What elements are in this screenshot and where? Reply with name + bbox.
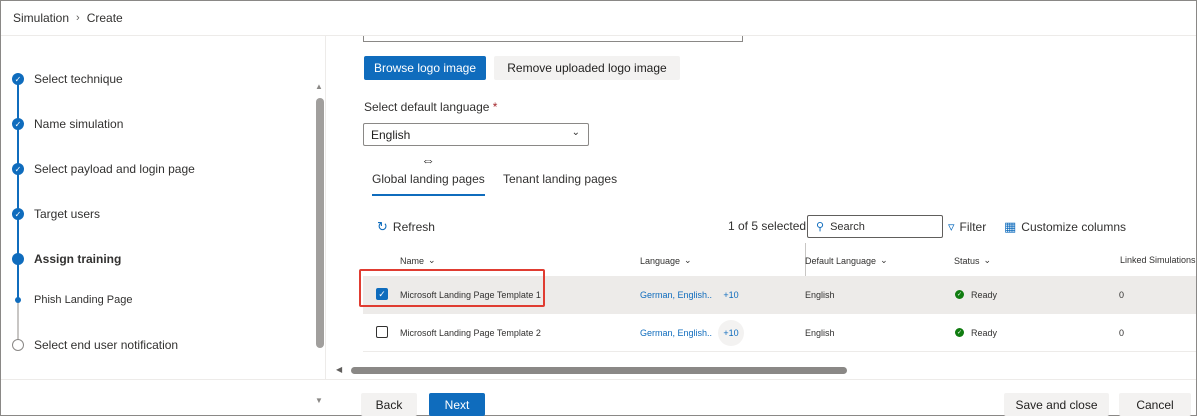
step-label: Target users bbox=[34, 207, 101, 221]
checkmark-icon: ✓ bbox=[12, 118, 24, 130]
row-linked: 0 bbox=[1119, 327, 1125, 338]
filter-button[interactable]: ▿ Filter bbox=[948, 219, 986, 235]
search-input[interactable]: ⚲ Search bbox=[807, 215, 943, 238]
row-status: ✓ Ready bbox=[955, 314, 997, 351]
wizard-steps-panel: ✓ Select technique ✓ Name simulation ✓ S… bbox=[1, 36, 326, 405]
search-placeholder: Search bbox=[830, 220, 865, 233]
customize-columns-button[interactable]: ▦ Customize columns bbox=[1004, 219, 1126, 235]
substep-dot-icon bbox=[15, 297, 21, 303]
breadcrumb: Simulation › Create bbox=[1, 1, 1196, 36]
chevron-down-icon: ⌄ bbox=[880, 255, 888, 265]
column-linked-label: Linked Simulations bbox=[1120, 255, 1196, 265]
breadcrumb-root[interactable]: Simulation bbox=[13, 11, 69, 25]
chevron-down-icon: ⌄ bbox=[571, 127, 580, 138]
refresh-label: Refresh bbox=[392, 220, 435, 234]
column-default-language-label: Default Language bbox=[805, 255, 877, 266]
scroll-left-icon[interactable]: ◀ bbox=[336, 365, 342, 374]
highlight-box bbox=[359, 269, 545, 307]
required-marker: * bbox=[492, 100, 498, 114]
checkmark-circle-icon: ✓ bbox=[955, 328, 964, 337]
remove-logo-button[interactable]: Remove uploaded logo image bbox=[494, 56, 680, 80]
table-horizontal-scrollbar[interactable]: ◀ bbox=[335, 365, 1196, 376]
step-phish-landing-page[interactable]: Phish Landing Page bbox=[12, 294, 132, 306]
step-label: Phish Landing Page bbox=[34, 294, 133, 306]
checkmark-circle-icon: ✓ bbox=[955, 290, 964, 299]
column-name-label: Name bbox=[400, 255, 425, 266]
next-button[interactable]: Next bbox=[429, 393, 485, 416]
columns-icon: ▦ bbox=[1004, 219, 1017, 234]
save-and-close-button[interactable]: Save and close bbox=[1004, 393, 1109, 416]
refresh-button[interactable]: ↻ Refresh bbox=[377, 219, 435, 235]
checkmark-icon: ✓ bbox=[12, 163, 24, 175]
resize-cursor-icon: ⇔ bbox=[421, 152, 435, 168]
back-button[interactable]: Back bbox=[361, 393, 417, 416]
chevron-down-icon: ⌄ bbox=[983, 255, 992, 265]
row-language-text[interactable]: German, English.. bbox=[640, 328, 712, 338]
column-header-name[interactable]: Name ⌄ bbox=[400, 255, 436, 266]
current-step-icon bbox=[12, 253, 24, 265]
more-languages-badge[interactable]: +10 bbox=[718, 282, 744, 308]
chevron-down-icon: ⌄ bbox=[428, 255, 436, 265]
scroll-up-icon[interactable]: ▲ bbox=[315, 82, 323, 91]
search-icon: ⚲ bbox=[816, 221, 825, 233]
row-linked: 0 bbox=[1119, 289, 1125, 300]
step-target-users[interactable]: ✓ Target users bbox=[12, 207, 100, 221]
cancel-button[interactable]: Cancel bbox=[1119, 393, 1191, 416]
step-assign-training[interactable]: Assign training bbox=[12, 252, 121, 266]
customize-label: Customize columns bbox=[1021, 220, 1126, 234]
more-languages-badge[interactable]: +10 bbox=[718, 319, 745, 346]
row-language[interactable]: German, English.. +10 bbox=[640, 276, 744, 313]
step-label: Assign training bbox=[34, 252, 122, 266]
chevron-down-icon: ⌄ bbox=[684, 255, 692, 265]
chevron-right-icon: › bbox=[76, 12, 80, 24]
step-select-technique[interactable]: ✓ Select technique bbox=[12, 72, 123, 86]
step-label: Select end user notification bbox=[34, 338, 179, 352]
step-label: Select technique bbox=[34, 72, 123, 86]
checkmark-icon: ✓ bbox=[12, 73, 24, 85]
language-label-text: Select default language bbox=[364, 100, 490, 114]
selection-count: 1 of 5 selected bbox=[728, 219, 807, 233]
row-checkbox[interactable] bbox=[376, 326, 388, 338]
row-language[interactable]: German, English.. +10 bbox=[640, 314, 745, 351]
logo-upload-field[interactable] bbox=[363, 36, 743, 42]
scrollbar-thumb[interactable] bbox=[351, 367, 847, 374]
language-label: Select default language * bbox=[364, 100, 497, 114]
column-language-label: Language bbox=[640, 255, 681, 266]
row-default-language: English bbox=[805, 327, 835, 338]
step-end-user-notification[interactable]: Select end user notification bbox=[12, 338, 178, 352]
main-content: Browse logo image Remove uploaded logo i… bbox=[327, 36, 1196, 379]
refresh-icon: ↻ bbox=[377, 219, 388, 234]
column-header-linked-simulations[interactable]: Linked Simulations bbox=[1120, 255, 1196, 265]
breadcrumb-current: Create bbox=[86, 11, 123, 25]
tab-global-landing-pages[interactable]: Global landing pages bbox=[372, 172, 485, 196]
row-status-text: Ready bbox=[971, 289, 998, 300]
table-row[interactable]: Microsoft Landing Page Template 2 German… bbox=[363, 314, 1196, 352]
row-default-language: English bbox=[805, 289, 835, 300]
row-status: ✓ Ready bbox=[955, 276, 997, 313]
selected-language: English bbox=[371, 127, 411, 142]
browse-logo-button[interactable]: Browse logo image bbox=[364, 56, 486, 80]
default-language-select[interactable]: English ⌄ bbox=[363, 123, 589, 146]
scrollbar-thumb[interactable] bbox=[316, 98, 324, 348]
column-header-language[interactable]: Language ⌄ bbox=[640, 255, 692, 266]
filter-label: Filter bbox=[959, 220, 987, 234]
filter-icon: ▿ bbox=[948, 219, 955, 234]
step-label: Name simulation bbox=[34, 117, 124, 131]
step-select-payload[interactable]: ✓ Select payload and login page bbox=[12, 162, 195, 176]
step-name-simulation[interactable]: ✓ Name simulation bbox=[12, 117, 123, 131]
row-name: Microsoft Landing Page Template 2 bbox=[400, 327, 541, 338]
row-status-text: Ready bbox=[971, 327, 998, 338]
row-language-text[interactable]: German, English.. bbox=[640, 290, 712, 300]
column-header-default-language[interactable]: Default Language ⌄ bbox=[805, 255, 888, 266]
checkmark-icon: ✓ bbox=[12, 208, 24, 220]
column-status-label: Status bbox=[954, 255, 980, 266]
wizard-footer: Back Next Save and close Cancel bbox=[1, 379, 1196, 416]
column-header-status[interactable]: Status ⌄ bbox=[954, 255, 991, 266]
steps-scrollbar[interactable]: ▲ ▼ bbox=[314, 76, 326, 415]
step-label: Select payload and login page bbox=[34, 162, 195, 176]
pending-step-icon bbox=[12, 339, 24, 351]
tab-tenant-landing-pages[interactable]: Tenant landing pages bbox=[503, 172, 617, 194]
